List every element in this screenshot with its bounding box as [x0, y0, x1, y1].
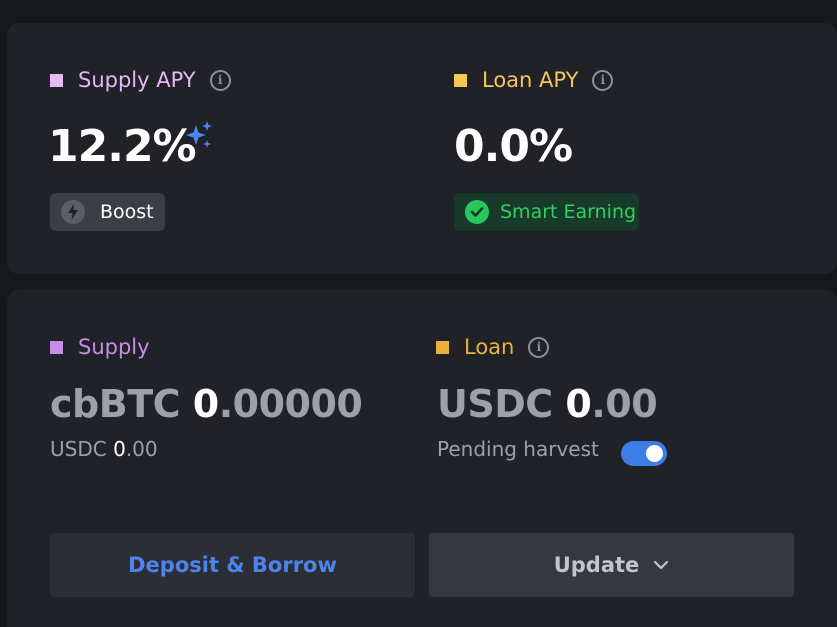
supply-swatch	[50, 340, 63, 354]
chevron-down-icon	[654, 560, 669, 570]
loan-apy-label: Loan APY i	[454, 68, 614, 92]
update-label: Update	[553, 553, 640, 577]
supply-sub-int: 0	[113, 437, 126, 461]
supply-sub-amount: USDC 0.00	[50, 437, 158, 461]
supply-apy-label: Supply APY i	[50, 68, 231, 92]
loan-amount: USDC 0.00	[437, 382, 658, 426]
loan-amount-dec: .00	[591, 382, 658, 426]
apy-card: Supply APY i 12.2% Boost Loan APY i 0.0%…	[7, 23, 837, 274]
loan-amount-int: 0	[565, 382, 592, 426]
supply-apy-value: 12.2%	[48, 121, 197, 172]
smart-earning-badge: Smart Earning	[454, 193, 639, 231]
supply-label: Supply	[50, 335, 150, 359]
bolt-icon	[61, 200, 85, 224]
info-icon[interactable]: i	[528, 336, 550, 358]
supply-label-text: Supply	[78, 335, 150, 359]
info-icon[interactable]: i	[592, 69, 614, 91]
sparkle-icon	[186, 121, 212, 148]
update-button[interactable]: Update	[429, 533, 794, 597]
deposit-borrow-label: Deposit & Borrow	[128, 553, 337, 577]
loan-label: Loan i	[436, 335, 550, 359]
supply-sub-asset: USDC	[50, 437, 107, 461]
loan-apy-swatch	[454, 73, 467, 87]
supply-apy-label-text: Supply APY	[78, 68, 196, 92]
supply-asset: cbBTC	[50, 382, 181, 426]
pending-harvest-label: Pending harvest	[437, 437, 599, 461]
check-circle-icon	[465, 200, 489, 224]
boost-label: Boost	[100, 201, 154, 223]
supply-amount-int: 0	[192, 382, 219, 426]
supply-sub-dec: .00	[125, 437, 158, 461]
supply-amount: cbBTC 0.00000	[50, 382, 363, 426]
position-card: Supply cbBTC 0.00000 USDC 0.00 Loan i US…	[7, 290, 837, 627]
boost-badge: Boost	[50, 193, 165, 231]
pending-harvest-toggle[interactable]	[621, 441, 667, 466]
deposit-borrow-button[interactable]: Deposit & Borrow	[50, 533, 415, 597]
loan-apy-value: 0.0%	[454, 121, 573, 172]
supply-amount-dec: .00000	[218, 382, 363, 426]
smart-earning-label: Smart Earning	[500, 201, 637, 223]
toggle-knob	[646, 445, 663, 462]
loan-asset: USDC	[437, 382, 553, 426]
supply-apy-swatch	[50, 73, 63, 87]
loan-apy-label-text: Loan APY	[482, 68, 579, 92]
info-icon[interactable]: i	[209, 69, 231, 91]
loan-swatch	[436, 340, 449, 354]
loan-label-text: Loan	[464, 335, 515, 359]
